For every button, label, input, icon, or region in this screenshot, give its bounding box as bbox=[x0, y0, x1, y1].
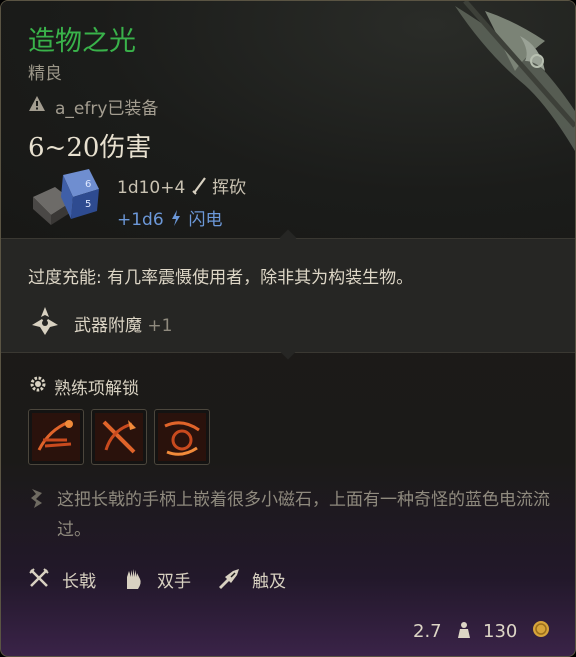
item-rarity: 精良 bbox=[28, 64, 62, 84]
item-tooltip: 造物之光 精良 a_efry已装备 6~20伤害 6 5 1d10+4 挥砍 +… bbox=[0, 0, 576, 657]
damage-primary-dice: 1d10+4 bbox=[117, 178, 186, 198]
rush-icon bbox=[158, 413, 206, 461]
damage-primary: 1d10+4 挥砍 bbox=[117, 173, 246, 198]
action-slot-1[interactable] bbox=[28, 409, 84, 465]
quill-icon bbox=[31, 489, 42, 508]
halberd-icon bbox=[29, 568, 49, 587]
damage-range: 6~20伤害 bbox=[28, 133, 152, 163]
weapon-enchant-icon bbox=[32, 307, 58, 335]
lightning-icon bbox=[172, 210, 181, 226]
gear-lock-icon bbox=[30, 376, 46, 392]
dice-icon: 6 5 bbox=[33, 169, 99, 225]
overcharge-effect[interactable]: 过度充能: 有几率震慑使用者，除非其为构装生物。 bbox=[28, 263, 413, 288]
proficiency-unlock-label: 熟练项解锁 bbox=[54, 379, 139, 399]
action-slot-3[interactable] bbox=[154, 409, 210, 465]
halberd-artwork bbox=[455, 1, 575, 151]
reach-icon bbox=[219, 569, 239, 589]
property-halberd: 长戟 bbox=[62, 572, 96, 592]
item-price: 130 bbox=[483, 621, 518, 642]
damage-primary-type: 挥砍 bbox=[212, 178, 247, 198]
enchant-value: +1 bbox=[147, 316, 173, 336]
gold-coin-icon bbox=[533, 621, 549, 637]
item-name: 造物之光 bbox=[28, 26, 136, 57]
damage-bonus-dice: +1d6 bbox=[117, 210, 164, 230]
item-description: 这把长戟的手柄上嵌着很多小磁石，上面有一种奇怪的蓝色电流流过。 bbox=[57, 490, 550, 540]
property-two-handed: 双手 bbox=[157, 572, 191, 592]
equipped-status: a_efry已装备 bbox=[55, 99, 159, 119]
damage-bonus-type: 闪电 bbox=[188, 210, 223, 230]
weight-icon bbox=[458, 622, 470, 638]
slash-icon bbox=[192, 177, 206, 195]
cleave-icon bbox=[95, 413, 143, 461]
svg-text:5: 5 bbox=[85, 199, 91, 210]
two-handed-icon bbox=[127, 569, 141, 589]
weapon-enchantment: 武器附魔 +1 bbox=[74, 311, 172, 336]
property-reach: 触及 bbox=[252, 572, 286, 592]
action-slot-2[interactable] bbox=[91, 409, 147, 465]
item-weight: 2.7 bbox=[413, 621, 442, 642]
warning-icon bbox=[29, 96, 45, 111]
damage-bonus: +1d6 闪电 bbox=[117, 205, 222, 230]
flourish-icon bbox=[32, 413, 80, 461]
svg-text:6: 6 bbox=[85, 179, 91, 190]
enchant-label: 武器附魔 bbox=[74, 316, 142, 336]
